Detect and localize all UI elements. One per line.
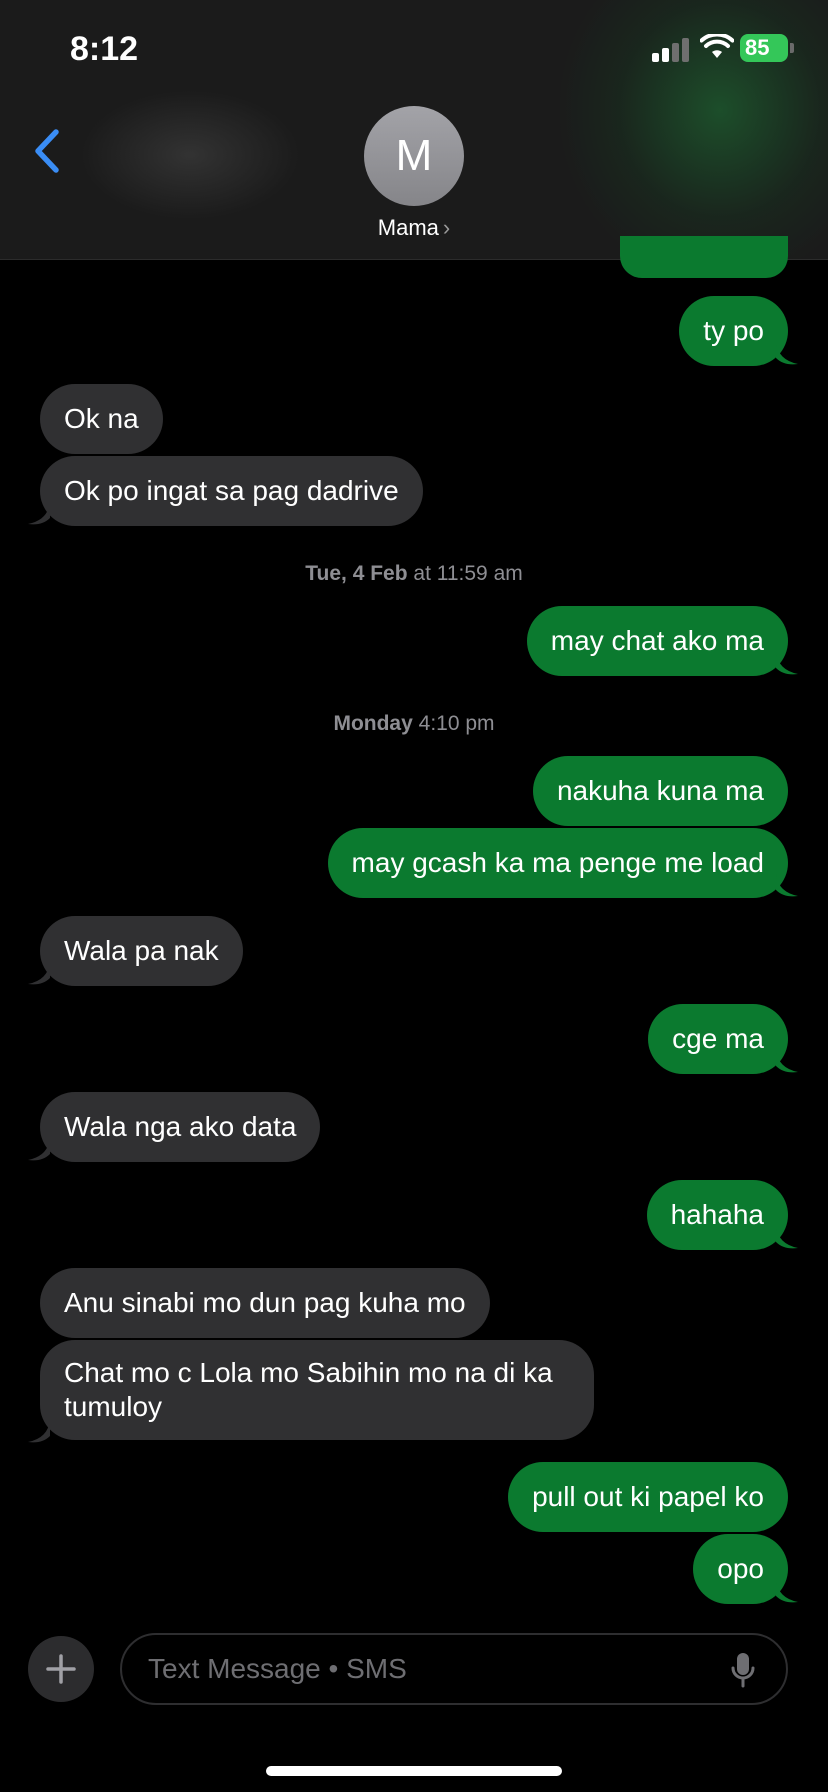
timestamp-time: at 11:59 am [413,562,523,585]
plus-icon [46,1654,76,1684]
bubble-tail [776,1226,798,1249]
timestamp: Monday 4:10 pm [0,712,828,736]
timestamp-day: Monday [333,712,413,735]
bubble-tail [776,1580,798,1603]
avatar[interactable]: M [364,106,464,206]
message-input[interactable]: Text Message • SMS [120,1633,788,1705]
bubble-tail [776,342,798,365]
battery-nub [790,43,794,53]
message-bubble-incoming[interactable]: Wala pa nak [40,916,243,986]
bubble-tail [28,1420,50,1443]
bubble-tail [776,652,798,675]
bubble-tail [28,962,50,985]
wifi-icon [700,34,734,58]
message-bubble-incoming[interactable]: Ok na [40,384,163,454]
back-chevron-icon[interactable] [28,126,68,176]
message-bubble-outgoing[interactable]: may gcash ka ma penge me load [327,828,788,898]
message-bubble-outgoing[interactable]: may chat ako ma [526,606,788,676]
home-indicator[interactable] [266,1766,562,1776]
timestamp-day: Tue, 4 Feb [305,562,408,585]
contact-name: Mama [377,215,439,240]
bubble-tail [28,502,50,525]
bubble-tail [776,1050,798,1073]
timestamp: Tue, 4 Feb at 11:59 am [0,562,828,586]
signal-icon [652,38,692,62]
microphone-icon[interactable] [730,1651,756,1689]
bubble-tail [28,1138,50,1161]
bubble-tail [776,874,798,897]
timestamp-time: 4:10 pm [418,712,495,735]
message-bubble-incoming[interactable]: Anu sinabi mo dun pag kuha mo [40,1268,490,1338]
message-bubble-incoming[interactable]: Chat mo c Lola mo Sabihin mo na di ka tu… [40,1340,594,1440]
message-bubble-outgoing[interactable]: hahaha [646,1180,788,1250]
header-glow-grey [80,90,300,220]
message-bubble-outgoing[interactable]: opo [693,1534,788,1604]
message-bubble-outgoing[interactable]: pull out ki papel ko [508,1462,788,1532]
battery-icon: 85 [740,34,788,62]
plus-button[interactable] [28,1636,94,1702]
chevron-right-icon: › [442,215,451,240]
message-bubble-outgoing[interactable]: cge ma [648,1004,788,1074]
message-bubble-incoming[interactable]: Wala nga ako data [40,1092,321,1162]
message-bubble-outgoing[interactable]: ty po [679,296,788,366]
message-bubble-partial [620,236,788,278]
status-time: 8:12 [70,30,139,68]
message-bubble-incoming[interactable]: Ok po ingat sa pag dadrive [40,456,423,526]
battery-level: 85 [745,35,770,60]
message-bubble-outgoing[interactable]: nakuha kuna ma [532,756,788,826]
